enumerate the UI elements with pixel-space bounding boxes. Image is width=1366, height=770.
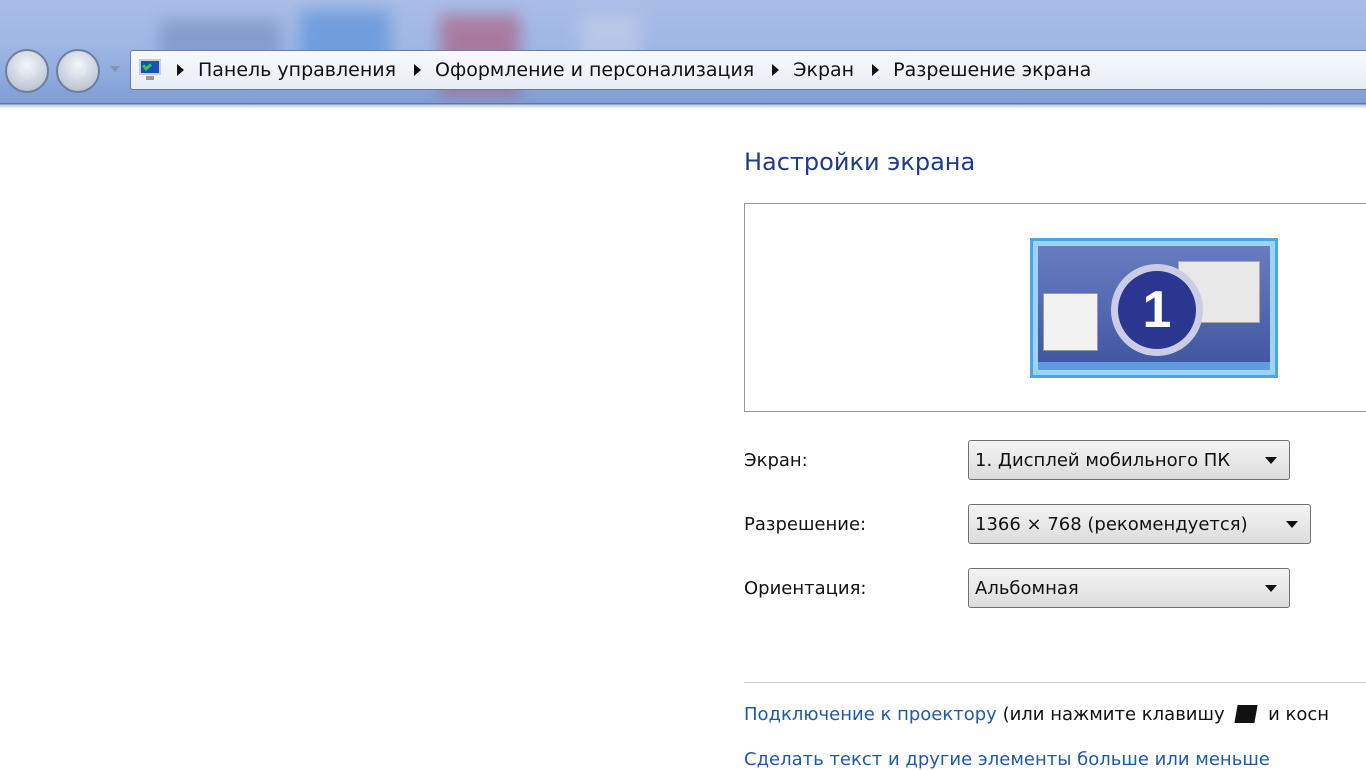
forward-arrow-icon: → xyxy=(68,58,88,84)
orientation-select[interactable]: Альбомная xyxy=(968,568,1290,608)
orientation-select-value: Альбомная xyxy=(975,577,1079,599)
chevron-down-icon xyxy=(1265,585,1277,592)
breadcrumb-separator-icon xyxy=(772,64,780,76)
projector-row: Подключение к проектору (или нажмите кла… xyxy=(744,704,1329,725)
projector-hint-tail: и косн xyxy=(1268,704,1330,725)
forward-button[interactable]: → xyxy=(56,49,100,93)
breadcrumb-display[interactable]: Экран xyxy=(793,59,854,81)
display-label: Экран: xyxy=(744,450,808,471)
breadcrumb-control-panel[interactable]: Панель управления xyxy=(198,59,396,81)
display-preview: 1 xyxy=(744,203,1366,412)
connect-projector-link[interactable]: Подключение к проектору xyxy=(744,704,997,725)
display-select[interactable]: 1. Дисплей мобильного ПК xyxy=(968,440,1290,480)
separator xyxy=(0,103,1366,109)
orientation-label: Ориентация: xyxy=(744,578,867,599)
divider xyxy=(744,682,1366,683)
resolution-select-value: 1366 × 768 (рекомендуется) xyxy=(975,513,1248,535)
page-title: Настройки экрана xyxy=(744,148,976,176)
control-panel-icon xyxy=(137,58,163,82)
chevron-down-icon xyxy=(1286,521,1298,528)
breadcrumb-screen-resolution[interactable]: Разрешение экрана xyxy=(893,59,1091,81)
breadcrumb-appearance[interactable]: Оформление и персонализация xyxy=(435,59,754,81)
display-select-value: 1. Дисплей мобильного ПК xyxy=(975,449,1231,471)
back-arrow-icon: ← xyxy=(17,58,37,84)
monitor-1[interactable]: 1 xyxy=(1030,238,1278,378)
chevron-down-icon xyxy=(1265,457,1277,464)
address-bar[interactable]: Панель управления Оформление и персонали… xyxy=(130,50,1366,90)
start-menu-thumbnail xyxy=(1043,293,1098,351)
monitor-number: 1 xyxy=(1111,264,1203,356)
breadcrumb-separator-icon xyxy=(414,64,422,76)
breadcrumb-separator-icon xyxy=(872,64,880,76)
breadcrumb-separator-icon xyxy=(177,64,184,76)
resolution-label: Разрешение: xyxy=(744,514,867,535)
windows-key-icon xyxy=(1234,705,1258,723)
back-button[interactable]: ← xyxy=(5,49,49,93)
recent-pages-dropdown[interactable] xyxy=(110,66,120,72)
resolution-select[interactable]: 1366 × 768 (рекомендуется) xyxy=(968,504,1311,544)
projector-hint: (или нажмите клавишу xyxy=(1002,704,1225,725)
taskbar-thumbnail xyxy=(1038,362,1270,370)
text-size-link[interactable]: Сделать текст и другие элементы больше и… xyxy=(744,749,1270,770)
